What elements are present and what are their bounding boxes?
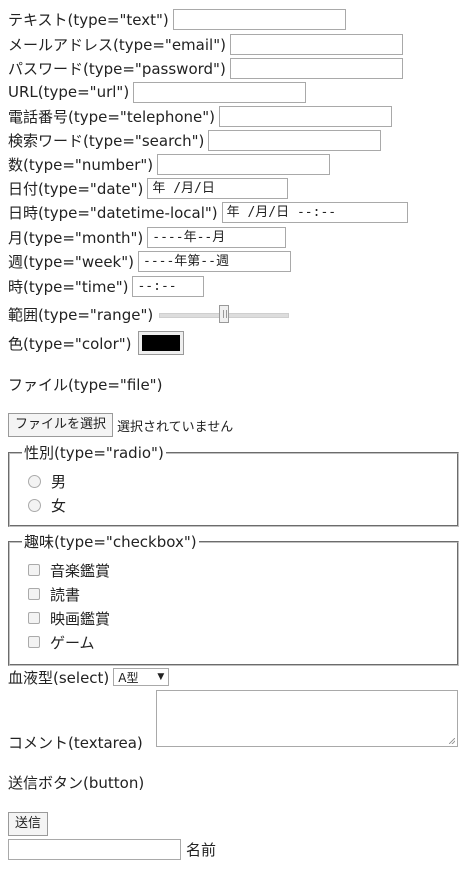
- telephone-label: 電話番号(type="telephone"): [8, 107, 216, 126]
- password-label: パスワード(type="password"): [8, 59, 226, 78]
- name-input[interactable]: [8, 838, 181, 860]
- url-label: URL(type="url"): [8, 83, 130, 101]
- gender-legend: 性別(type="radio"): [24, 444, 164, 462]
- time-label: 時(type="time"): [8, 277, 129, 296]
- url-input[interactable]: [133, 81, 307, 103]
- name-row: 名前: [8, 838, 216, 860]
- checkbox-option-music[interactable]: 音楽鑑賞: [22, 558, 445, 582]
- range-row: 範囲(type="range"): [8, 303, 290, 325]
- blood-type-label: 血液型(select): [8, 668, 110, 687]
- checkbox[interactable]: [28, 636, 40, 648]
- name-label: 名前: [186, 840, 217, 859]
- checkbox-option-label: 音楽鑑賞: [50, 561, 111, 580]
- checkbox[interactable]: [28, 588, 40, 600]
- radio-option-female[interactable]: 女: [22, 493, 445, 517]
- checkbox-option-label: ゲーム: [50, 633, 95, 652]
- month-row: 月(type="month") ----年--月: [8, 226, 287, 248]
- hobby-legend: 趣味(type="checkbox"): [24, 533, 197, 551]
- password-row: パスワード(type="password"): [8, 57, 403, 79]
- select-value: A型: [118, 670, 139, 685]
- blood-type-row: 血液型(select) A型 ▼: [8, 666, 170, 688]
- file-select-button[interactable]: ファイルを選択: [8, 413, 114, 437]
- submit-button[interactable]: 送信: [8, 812, 49, 836]
- comment-row: コメント(textarea): [8, 731, 143, 753]
- radio-option-label: 男: [51, 472, 67, 491]
- password-input[interactable]: [229, 57, 403, 79]
- month-label: 月(type="month"): [8, 228, 144, 247]
- range-label: 範囲(type="range"): [8, 305, 154, 324]
- text-input[interactable]: [172, 8, 346, 30]
- range-slider[interactable]: [159, 305, 290, 323]
- comment-label: コメント(textarea): [8, 733, 143, 752]
- number-label: 数(type="number"): [8, 155, 154, 174]
- email-row: メールアドレス(type="email"): [8, 33, 403, 55]
- text-row: テキスト(type="text"): [8, 8, 346, 30]
- search-input[interactable]: [208, 129, 382, 151]
- checkbox-option-label: 読書: [50, 585, 81, 604]
- time-input[interactable]: --:--: [132, 275, 205, 297]
- week-input[interactable]: ----年第--週: [138, 250, 291, 272]
- text-label: テキスト(type="text"): [8, 10, 169, 29]
- telephone-input[interactable]: [219, 105, 393, 127]
- submit-row: 送信: [8, 812, 49, 836]
- email-input[interactable]: [229, 33, 403, 55]
- datetime-row: 日時(type="datetime-local") 年 /月/日 --:--: [8, 201, 408, 223]
- gender-radio-group: 性別(type="radio") 男 女: [8, 442, 459, 527]
- url-row: URL(type="url"): [8, 81, 307, 103]
- radio-button[interactable]: [28, 498, 41, 512]
- checkbox-option-label: 映画鑑賞: [50, 609, 111, 628]
- button-section-label: 送信ボタン(button): [8, 773, 145, 792]
- date-label: 日付(type="date"): [8, 179, 144, 198]
- triangle-down-icon: ▼: [157, 672, 165, 682]
- checkbox[interactable]: [28, 612, 40, 624]
- number-input[interactable]: [157, 153, 331, 175]
- email-label: メールアドレス(type="email"): [8, 35, 226, 54]
- datetime-input[interactable]: 年 /月/日 --:--: [221, 201, 408, 223]
- range-thumb[interactable]: [219, 305, 230, 323]
- month-input[interactable]: ----年--月: [147, 226, 287, 248]
- comment-textarea[interactable]: [156, 690, 458, 747]
- radio-button[interactable]: [28, 474, 41, 488]
- file-input: ファイルを選択 選択されていません: [8, 413, 233, 437]
- color-swatch: [141, 335, 180, 351]
- checkbox[interactable]: [28, 564, 40, 576]
- date-row: 日付(type="date") 年 /月/日: [8, 177, 289, 199]
- file-row: ファイル(type="file"): [8, 373, 162, 395]
- button-heading-row: 送信ボタン(button): [8, 771, 144, 793]
- time-row: 時(type="time") --:--: [8, 275, 205, 297]
- datetime-label: 日時(type="datetime-local"): [8, 203, 218, 222]
- blood-type-select[interactable]: A型 ▼: [113, 668, 170, 686]
- search-label: 検索ワード(type="search"): [8, 131, 205, 150]
- file-label: ファイル(type="file"): [8, 375, 163, 394]
- color-row: 色(type="color"): [8, 331, 184, 355]
- search-row: 検索ワード(type="search"): [8, 129, 382, 151]
- color-picker[interactable]: [137, 331, 184, 355]
- checkbox-option-movies[interactable]: 映画鑑賞: [22, 606, 445, 630]
- hobby-checkbox-group: 趣味(type="checkbox") 音楽鑑賞 読書 映画鑑賞 ゲーム: [8, 531, 459, 666]
- week-row: 週(type="week") ----年第--週: [8, 250, 291, 272]
- week-label: 週(type="week"): [8, 252, 134, 271]
- checkbox-option-reading[interactable]: 読書: [22, 582, 445, 606]
- color-label: 色(type="color"): [8, 334, 132, 353]
- number-row: 数(type="number"): [8, 153, 331, 175]
- file-status: 選択されていません: [117, 419, 234, 435]
- radio-option-male[interactable]: 男: [22, 469, 445, 493]
- date-input[interactable]: 年 /月/日: [147, 177, 289, 199]
- radio-option-label: 女: [51, 496, 67, 515]
- checkbox-option-games[interactable]: ゲーム: [22, 630, 445, 654]
- telephone-row: 電話番号(type="telephone"): [8, 105, 393, 127]
